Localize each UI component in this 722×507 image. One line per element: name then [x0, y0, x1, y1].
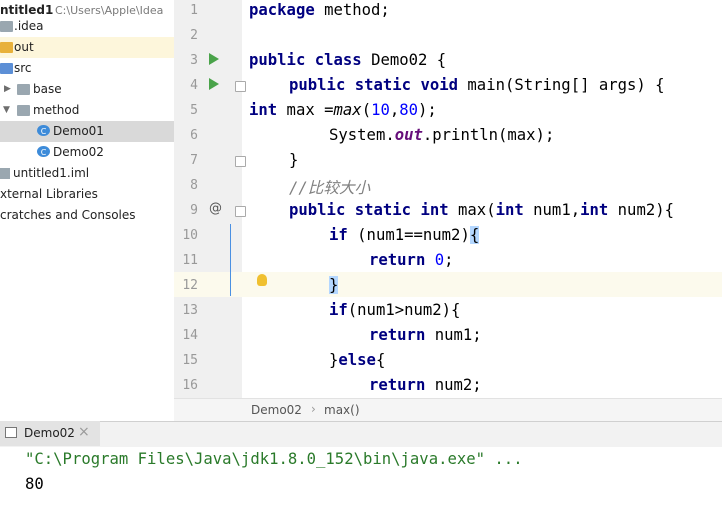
tree-item-label: method	[33, 103, 80, 117]
run-tab-demo02[interactable]: Demo02 ×	[0, 421, 100, 446]
module-file-icon	[0, 168, 10, 179]
line-number: 6	[190, 128, 198, 143]
console-command: "C:\Program Files\Java\jdk1.8.0_152\bin\…	[25, 450, 523, 468]
code-line-3: public class Demo02 {	[249, 51, 447, 69]
code-line-6: System.out.println(max);	[329, 126, 555, 144]
tree-item-label: Demo02	[53, 145, 104, 159]
tree-item-base[interactable]: ▶ base	[0, 79, 174, 100]
tree-item-demo01[interactable]: C Demo01	[0, 121, 174, 142]
breadcrumb: Demo02 › max()	[174, 398, 722, 421]
line-number: 5	[190, 103, 198, 118]
console-output: 80	[25, 475, 44, 493]
line-number: 14	[182, 328, 198, 343]
tree-item-label: out	[14, 40, 34, 54]
code-line-11: return 0;	[369, 251, 454, 269]
run-config-icon	[5, 427, 17, 438]
fold-icon[interactable]	[235, 156, 246, 167]
fold-icon[interactable]	[235, 81, 246, 92]
code-line-16: return num2;	[369, 376, 482, 394]
tree-item-scratches[interactable]: cratches and Consoles	[0, 205, 174, 226]
line-number: 13	[182, 303, 198, 318]
tree-item-demo02[interactable]: C Demo02	[0, 142, 174, 163]
tree-item-src[interactable]: src	[0, 58, 174, 79]
package-icon	[17, 84, 30, 95]
code-line-12: }	[329, 276, 339, 294]
line-number: 11	[182, 253, 198, 268]
breadcrumb-class[interactable]: Demo02	[251, 403, 302, 417]
tree-item-out[interactable]: out	[0, 37, 174, 58]
scope-indicator	[230, 224, 231, 296]
line-number: 4	[190, 78, 198, 93]
run-tool-window-header	[0, 421, 722, 448]
tree-item-label: base	[33, 82, 62, 96]
folder-icon	[0, 42, 13, 53]
tree-item-iml[interactable]: untitled1.iml	[0, 163, 174, 184]
line-number: 8	[190, 178, 198, 193]
run-console[interactable]: "C:\Program Files\Java\jdk1.8.0_152\bin\…	[0, 447, 722, 507]
code-line-15: }else{	[329, 351, 386, 369]
annotation-at-icon: @	[209, 201, 222, 216]
line-number: 3	[190, 53, 198, 68]
line-number: 1	[190, 3, 198, 18]
code-line-14: return num1;	[369, 326, 482, 344]
fold-icon[interactable]	[235, 206, 246, 217]
line-number: 16	[182, 378, 198, 393]
source-folder-icon	[0, 63, 13, 74]
close-icon[interactable]: ×	[78, 424, 90, 440]
tree-item-external-libraries[interactable]: xternal Libraries	[0, 184, 174, 205]
tree-item-label: xternal Libraries	[0, 187, 98, 201]
folder-icon	[0, 21, 13, 32]
code-line-9: public static int max(int num1,int num2)…	[289, 201, 674, 219]
code-line-13: if(num1>num2){	[329, 301, 461, 319]
line-number: 12	[182, 278, 198, 293]
run-tab-label: Demo02	[24, 426, 75, 440]
line-number: 2	[190, 28, 198, 43]
code-line-8: //比较大小	[289, 179, 371, 197]
run-class-icon[interactable]	[209, 53, 219, 65]
code-line-7: }	[289, 151, 299, 169]
tree-item-label: src	[14, 61, 32, 75]
tree-item-method[interactable]: ▼ method	[0, 100, 174, 121]
project-tree: ntitled1 C:\Users\Apple\Idea .idea out s…	[0, 0, 174, 410]
line-number: 10	[182, 228, 198, 243]
line-number: 15	[182, 353, 198, 368]
run-main-icon[interactable]	[209, 78, 219, 90]
package-icon	[17, 105, 30, 116]
line-number: 7	[190, 153, 198, 168]
code-line-5: int max =max(10,80);	[249, 101, 437, 119]
chevron-right-icon[interactable]: ▶	[4, 79, 11, 100]
java-class-icon: C	[37, 146, 50, 157]
breadcrumb-separator: ›	[311, 402, 316, 416]
breadcrumb-method[interactable]: max()	[324, 403, 360, 417]
tree-item-label: .idea	[14, 19, 44, 33]
tree-item-label: cratches and Consoles	[0, 208, 136, 222]
tree-item-label: untitled1.iml	[13, 166, 90, 180]
code-line-4: public static void main(String[] args) {	[289, 76, 665, 94]
line-number: 9	[190, 203, 198, 218]
code-line-10: if (num1==num2){	[329, 226, 480, 244]
code-line-1: package method;	[249, 1, 390, 19]
chevron-down-icon[interactable]: ▼	[3, 100, 10, 121]
tree-item-idea[interactable]: .idea	[0, 16, 174, 37]
tree-item-label: Demo01	[53, 124, 104, 138]
java-class-icon: C	[37, 125, 50, 136]
